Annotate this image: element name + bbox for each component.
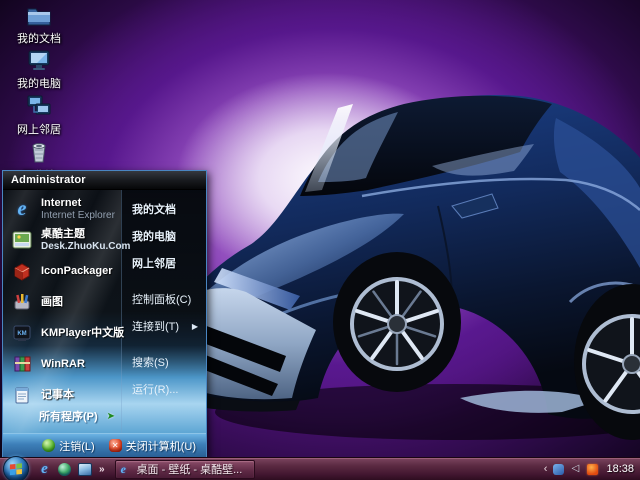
- desktop-icon-my-documents[interactable]: 我的文档: [6, 2, 72, 46]
- kmplayer-icon: KM: [10, 321, 34, 345]
- start-menu-pinned-column: e InternetInternet Explorer 桌酷主题Desk.Zhu…: [3, 190, 121, 433]
- my-computer-icon: [26, 47, 52, 73]
- network-places-icon: [26, 93, 52, 119]
- shutdown-button[interactable]: 关闭计算机(U): [109, 438, 196, 454]
- quick-launch-overflow-chevron[interactable]: »: [99, 464, 105, 475]
- startmenu-item-kmplayer[interactable]: KM KMPlayer中文版: [3, 319, 121, 347]
- all-programs-arrow-icon: ➤: [107, 411, 115, 422]
- startmenu-item-search[interactable]: 搜索(S): [130, 350, 202, 374]
- zhuoku-theme-icon: [10, 228, 34, 252]
- start-menu-body: e InternetInternet Explorer 桌酷主题Desk.Zhu…: [3, 190, 206, 433]
- desktop-icon-network-places[interactable]: 网上邻居: [6, 93, 72, 137]
- paint-icon: [10, 290, 34, 314]
- show-desktop-icon[interactable]: [77, 462, 92, 477]
- taskbar: e » e 桌面 - 壁纸 - 桌酷壁... ‹ ◁ 18:38: [0, 457, 640, 480]
- ie-icon: e: [121, 460, 133, 478]
- all-programs-button[interactable]: 所有程序(P) ➤: [39, 408, 115, 424]
- start-menu: Administrator e InternetInternet Explore…: [2, 170, 207, 458]
- start-button[interactable]: [3, 456, 29, 480]
- startmenu-item-internet[interactable]: e InternetInternet Explorer: [3, 195, 121, 223]
- quick-launch-bar: e »: [37, 462, 107, 477]
- browser-globe-icon[interactable]: [57, 462, 72, 477]
- start-menu-header: Administrator: [3, 171, 206, 190]
- notepad-icon: [10, 383, 34, 407]
- task-button-desktop-wallpaper[interactable]: e 桌面 - 壁纸 - 桌酷壁...: [115, 460, 255, 479]
- winrar-icon: [10, 352, 34, 376]
- startmenu-item-zhuoku-theme[interactable]: 桌酷主题Desk.ZhuoKu.Com: [3, 226, 121, 254]
- desktop-icon-my-computer[interactable]: 我的电脑: [6, 47, 72, 91]
- logged-in-username: Administrator: [11, 174, 86, 186]
- startmenu-item-run[interactable]: 运行(R)...: [130, 377, 202, 401]
- logoff-icon: [42, 439, 55, 452]
- recycle-bin-icon: [26, 139, 52, 165]
- logoff-button[interactable]: 注销(L): [42, 438, 94, 454]
- startmenu-item-winrar[interactable]: WinRAR: [3, 350, 121, 378]
- svg-text:KM: KM: [17, 331, 26, 337]
- desktop-icon-label: 网上邻居: [17, 121, 61, 137]
- messenger-tray-icon[interactable]: [552, 463, 564, 475]
- shutdown-icon: [109, 439, 122, 452]
- desktop: 我的文档 我的电脑 网上邻居 回收站 Administrator e Inter…: [0, 0, 640, 480]
- start-menu-places-column: 我的文档 我的电脑 网上邻居 控制面板(C) 连接到(T)▶ 搜索(S) 运行(…: [121, 190, 206, 433]
- start-menu-footer: 注销(L) 关闭计算机(U): [3, 433, 206, 457]
- system-tray: ‹ ◁ 18:38: [544, 463, 640, 475]
- startmenu-item-my-computer[interactable]: 我的电脑: [130, 224, 202, 248]
- startmenu-item-notepad[interactable]: 记事本: [3, 381, 121, 409]
- startmenu-item-paint[interactable]: 画图: [3, 288, 121, 316]
- taskbar-clock[interactable]: 18:38: [606, 463, 634, 475]
- my-documents-icon: [26, 2, 52, 28]
- startmenu-item-network-places[interactable]: 网上邻居: [130, 251, 202, 275]
- front-wheel: [333, 252, 461, 392]
- windows-flag-icon: [9, 462, 23, 476]
- tray-collapse-chevron[interactable]: ‹: [544, 464, 548, 475]
- kmplayer-tray-icon[interactable]: [586, 463, 598, 475]
- startmenu-item-control-panel[interactable]: 控制面板(C): [130, 287, 202, 311]
- startmenu-item-iconpackager[interactable]: IconPackager: [3, 257, 121, 285]
- submenu-arrow-icon: ▶: [192, 322, 200, 331]
- ie-quicklaunch-icon[interactable]: e: [37, 462, 52, 477]
- startmenu-item-connect-to[interactable]: 连接到(T)▶: [130, 314, 202, 338]
- desktop-icon-label: 我的文档: [17, 30, 61, 46]
- internet-explorer-icon: e: [10, 197, 34, 221]
- desktop-icon-label: 我的电脑: [17, 75, 61, 91]
- startmenu-item-my-documents[interactable]: 我的文档: [130, 197, 202, 221]
- iconpackager-icon: [10, 259, 34, 283]
- volume-tray-icon[interactable]: ◁: [569, 463, 581, 475]
